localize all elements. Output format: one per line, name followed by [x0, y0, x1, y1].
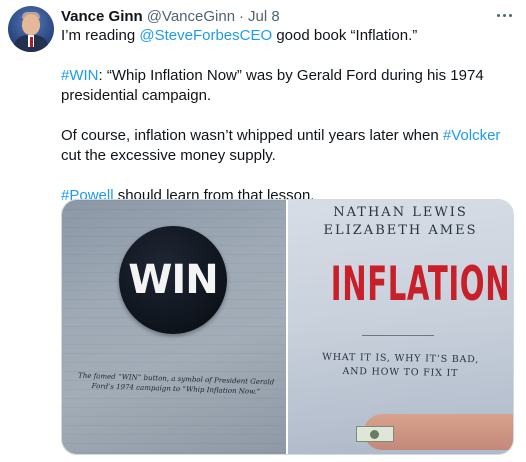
hashtag-link[interactable]: #Volcker	[443, 127, 501, 144]
more-dot	[508, 13, 512, 17]
avatar-tie	[30, 37, 33, 47]
photo-win-button[interactable]: WIN The famed “WIN” button, a symbol of …	[62, 200, 288, 454]
user-handle[interactable]: @VanceGinn	[147, 8, 235, 25]
book-authors: NATHAN LEWIS ELIZABETH AMES	[288, 204, 513, 240]
tweet-paragraph-3: Of course, inflation wasn’t whipped unti…	[61, 126, 516, 166]
win-button-text: WIN	[128, 257, 218, 303]
avatar-face	[22, 14, 40, 35]
tweet[interactable]: Vance Ginn @VanceGinn · Jul 8 I’m readin…	[0, 0, 526, 462]
text-segment: cut the excessive money supply.	[61, 147, 276, 164]
text-segment: good book “Inflation.”	[272, 27, 418, 44]
text-segment: : “Whip Inflation Now” was by Gerald For…	[61, 67, 484, 104]
book-subtitle-line-2: AND HOW TO FIX IT	[342, 365, 459, 380]
display-name[interactable]: Vance Ginn	[61, 8, 143, 25]
tweet-date[interactable]: Jul 8	[248, 8, 280, 25]
tweet-paragraph-2: #WIN: “Whip Inflation Now” was by Gerald…	[61, 66, 516, 106]
win-button-image: WIN	[119, 226, 227, 334]
mention-link[interactable]: @SteveForbesCEO	[139, 27, 272, 44]
book-subtitle: WHAT IT IS, WHY IT’S BAD, AND HOW TO FIX…	[288, 350, 513, 382]
photo-book-cover[interactable]: NATHAN LEWIS ELIZABETH AMES INFLATION WH…	[288, 200, 513, 454]
more-icon[interactable]	[492, 6, 516, 24]
hashtag-link[interactable]: #WIN	[61, 67, 99, 84]
book-divider	[362, 335, 434, 336]
dollar-bill-image	[356, 426, 394, 442]
text-segment: Of course, inflation wasn’t whipped unti…	[61, 127, 443, 144]
tweet-paragraph-1: I’m reading @SteveForbesCEO good book “I…	[61, 26, 516, 46]
book-title: INFLATION	[330, 257, 511, 312]
tweet-header: Vance Ginn @VanceGinn · Jul 8	[61, 6, 506, 26]
more-dot	[496, 13, 500, 17]
text-segment: I’m reading	[61, 27, 140, 44]
avatar[interactable]	[8, 6, 54, 52]
tweet-text: I’m reading @SteveForbesCEO good book “I…	[61, 26, 516, 206]
book-author-2: ELIZABETH AMES	[323, 223, 478, 238]
separator-dot: ·	[239, 7, 245, 25]
media-grid: WIN The famed “WIN” button, a symbol of …	[61, 199, 514, 455]
book-author-1: NATHAN LEWIS	[333, 205, 468, 220]
more-dot	[502, 13, 506, 17]
